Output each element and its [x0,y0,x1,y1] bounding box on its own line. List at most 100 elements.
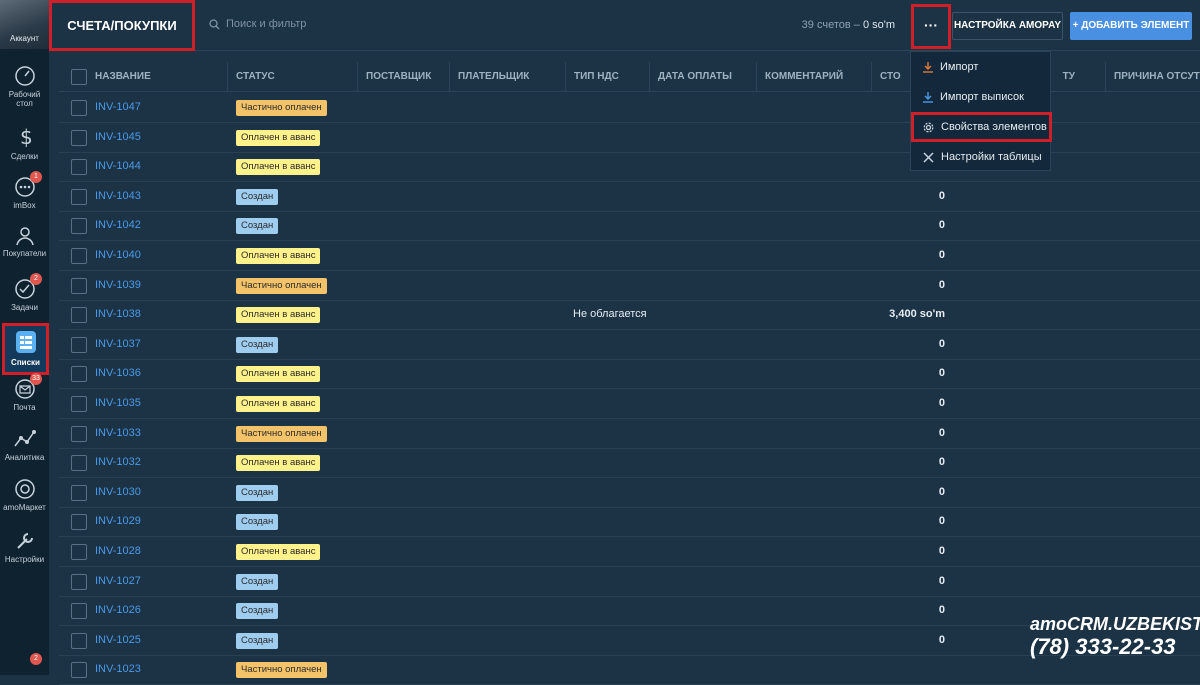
table-row[interactable]: INV-1038 Оплачен в аванс Не облагается 3,40… [59,300,1200,331]
sidebar-item-label: Задачи [11,303,38,312]
col-comment[interactable]: КОММЕНТАРИЙ [757,62,872,92]
row-checkbox[interactable] [71,662,87,679]
notification-badge: 2 [30,273,42,285]
sidebar-bottom-item[interactable]: 2 [0,653,49,675]
invoice-link[interactable]: INV-1039 [95,279,141,291]
sidebar-item-3[interactable]: imBox 1 [0,171,49,219]
menu-item-1[interactable]: Импорт [911,52,1052,82]
row-checkbox[interactable] [71,603,87,620]
sidebar-item-2[interactable]: $ Сделки [0,122,49,170]
table-row[interactable]: INV-1035 Оплачен в аванс 0 [59,389,1200,419]
row-checkbox[interactable] [71,455,87,472]
invoice-link[interactable]: INV-1037 [95,338,141,350]
row-checkbox[interactable] [71,307,87,324]
row-checkbox[interactable] [71,100,87,116]
table-row[interactable]: INV-1026 Создан 0 [59,596,1200,627]
invoice-link[interactable]: INV-1044 [95,160,141,172]
row-checkbox[interactable] [71,573,87,590]
table-row[interactable]: INV-1027 Создан 0 [59,567,1200,597]
col-payment-date[interactable]: ДАТА ОПЛАТЫ [650,62,757,92]
status-badge: Создан [236,573,279,590]
invoice-link[interactable]: INV-1035 [95,397,141,409]
table-row[interactable]: INV-1029 Создан 0 [59,507,1200,538]
header-name-cell[interactable]: НАЗВАНИЕ [59,62,228,92]
row-checkbox[interactable] [71,366,87,383]
menu-item-2[interactable]: Импорт выписок [911,82,1052,112]
row-checkbox[interactable] [71,396,87,412]
row-checkbox[interactable] [71,188,87,205]
sidebar-item-6[interactable]: Списки [2,323,49,375]
cost-cell: 0 [938,397,945,409]
invoice-link[interactable]: INV-1042 [95,219,141,231]
col-payer[interactable]: ПЛАТЕЛЬЩИК [450,62,566,92]
col-status[interactable]: СТАТУС [228,62,358,92]
cost-cell: 0 [938,426,945,439]
row-checkbox[interactable] [71,544,87,560]
sidebar-item-label: Покупатели [2,249,47,258]
row-checkbox[interactable] [71,248,87,264]
col-cost[interactable]: СТО [872,62,915,92]
invoice-link[interactable]: INV-1033 [95,427,141,439]
account-avatar[interactable]: Аккаунт [0,0,49,49]
invoice-link[interactable]: INV-1029 [95,515,141,527]
invoice-link[interactable]: INV-1026 [95,604,141,616]
row-checkbox[interactable] [71,632,87,649]
table-row[interactable]: INV-1025 Создан 0 [59,626,1200,656]
menu-item-4[interactable]: Настройки таблицы [911,142,1052,172]
table-row[interactable]: INV-1039 Частично оплачен 0 [59,271,1200,301]
bottom-badge: 2 [30,653,42,665]
col-reason[interactable]: ПРИЧИНА ОТСУТ [1106,62,1200,92]
row-checkbox[interactable] [71,218,87,235]
invoice-link[interactable]: INV-1040 [95,249,141,261]
table-row[interactable]: INV-1042 Создан 0 [59,211,1200,242]
select-all-checkbox[interactable] [71,69,87,85]
col-supplier[interactable]: ПОСТАВЩИК [358,62,450,92]
more-button[interactable]: ··· [911,4,951,49]
invoice-link[interactable]: INV-1023 [95,663,141,675]
invoice-link[interactable]: INV-1025 [95,634,141,646]
table-row[interactable]: INV-1028 Оплачен в аванс 0 [59,537,1200,567]
row-checkbox[interactable] [71,484,87,501]
sidebar-item-1[interactable]: Рабочий стол [0,62,49,114]
invoice-link[interactable]: INV-1028 [95,545,141,557]
table-row[interactable]: INV-1043 Создан 0 [59,182,1200,212]
table-row[interactable]: INV-1033 Частично оплачен 0 [59,419,1200,449]
search-icon [209,18,220,29]
table-row[interactable]: INV-1030 Создан 0 [59,478,1200,508]
table-row[interactable]: INV-1040 Оплачен в аванс 0 [59,241,1200,271]
table-row[interactable]: INV-1036 Оплачен в аванс 0 [59,359,1200,390]
table-row[interactable]: INV-1023 Частично оплачен [59,655,1200,685]
row-checkbox[interactable] [71,514,87,531]
row-checkbox[interactable] [71,277,87,294]
status-badge: Создан [236,514,279,531]
invoice-link[interactable]: INV-1043 [95,190,141,202]
search-input[interactable]: Поиск и фильтр [209,18,306,30]
row-checkbox[interactable] [71,336,87,353]
sidebar-item-7[interactable]: Почта 33 [0,373,49,421]
cost-cell: 0 [938,485,945,498]
invoice-link[interactable]: INV-1047 [95,101,141,113]
sidebar-item-9[interactable]: amoМаркет [0,475,49,523]
menu-item-3[interactable]: Свойства элементов [911,112,1052,142]
invoice-link[interactable]: INV-1032 [95,456,141,468]
col-vat-type[interactable]: ТИП НДС [566,62,650,92]
cost-cell: 0 [938,189,945,202]
dashboard-icon [0,65,49,87]
row-checkbox[interactable] [71,159,87,176]
row-checkbox[interactable] [71,425,87,442]
invoice-link[interactable]: INV-1027 [95,575,141,587]
add-element-button[interactable]: + ДОБАВИТЬ ЭЛЕМЕНТ [1070,12,1192,40]
table-row[interactable]: INV-1037 Создан 0 [59,330,1200,360]
tools-icon [923,151,934,163]
sidebar-item-5[interactable]: Задачи 2 [0,273,49,323]
table-row[interactable]: INV-1032 Оплачен в аванс 0 [59,448,1200,479]
invoice-link[interactable]: INV-1036 [95,367,141,379]
sidebar-item-4[interactable]: Покупатели [0,221,49,273]
invoice-link[interactable]: INV-1045 [95,131,141,143]
row-checkbox[interactable] [71,129,87,146]
amopay-settings-button[interactable]: НАСТРОЙКА AMOPAY [952,12,1063,40]
sidebar-item-10[interactable]: Настройки [0,527,49,573]
invoice-link[interactable]: INV-1038 [95,308,141,320]
sidebar-item-8[interactable]: Аналитика [0,425,49,471]
invoice-link[interactable]: INV-1030 [95,486,141,498]
